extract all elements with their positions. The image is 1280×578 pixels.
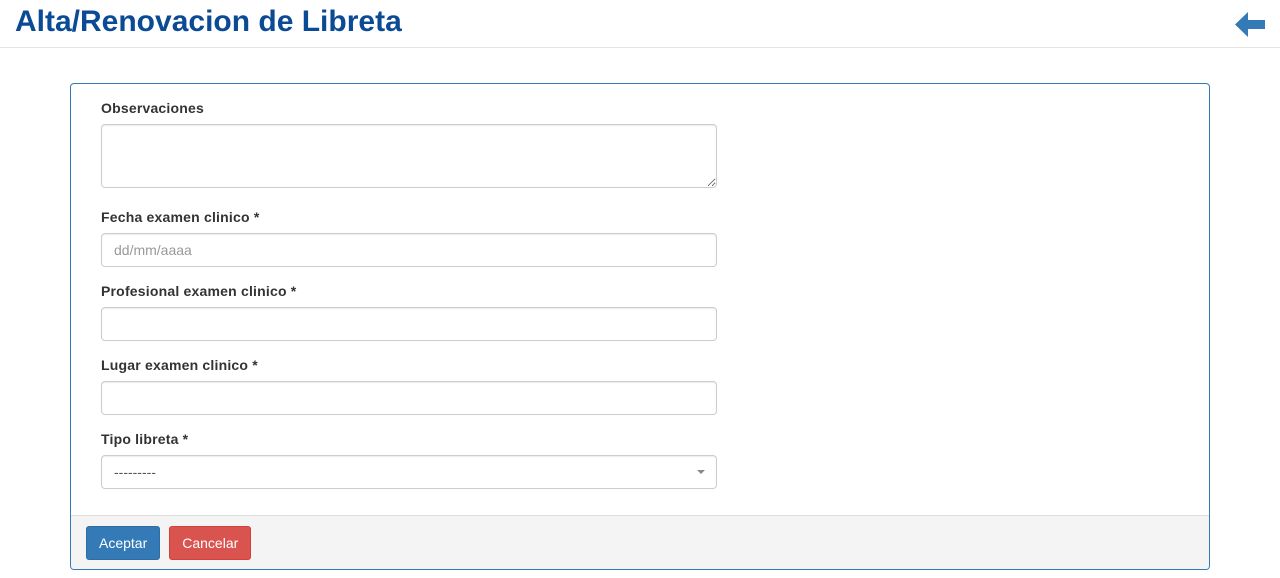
profesional-input[interactable] bbox=[101, 307, 717, 341]
fecha-label: Fecha examen clinico * bbox=[101, 209, 260, 225]
cancelar-button[interactable]: Cancelar bbox=[169, 526, 252, 560]
fecha-group: Fecha examen clinico * bbox=[101, 209, 717, 267]
lugar-label: Lugar examen clinico * bbox=[101, 357, 258, 373]
fecha-input[interactable] bbox=[101, 233, 717, 267]
tipo-label: Tipo libreta * bbox=[101, 431, 189, 447]
page-header: Alta/Renovacion de Libreta bbox=[0, 0, 1280, 48]
arrow-left-icon[interactable] bbox=[1235, 12, 1265, 37]
chevron-down-icon bbox=[697, 470, 705, 474]
tipo-selected-value: --------- bbox=[114, 464, 156, 480]
observaciones-group: Observaciones bbox=[101, 100, 717, 193]
page-title: Alta/Renovacion de Libreta bbox=[15, 5, 402, 38]
form-footer: Aceptar Cancelar bbox=[71, 515, 1209, 569]
tipo-group: Tipo libreta * --------- bbox=[101, 431, 717, 489]
tipo-libreta-select[interactable]: --------- bbox=[101, 455, 717, 489]
profesional-group: Profesional examen clinico * bbox=[101, 283, 717, 341]
profesional-label: Profesional examen clinico * bbox=[101, 283, 297, 299]
lugar-input[interactable] bbox=[101, 381, 717, 415]
lugar-group: Lugar examen clinico * bbox=[101, 357, 717, 415]
observaciones-textarea[interactable] bbox=[101, 124, 717, 188]
form-panel: Observaciones Fecha examen clinico * Pro… bbox=[70, 83, 1210, 570]
observaciones-label: Observaciones bbox=[101, 100, 204, 116]
aceptar-button[interactable]: Aceptar bbox=[86, 526, 161, 560]
